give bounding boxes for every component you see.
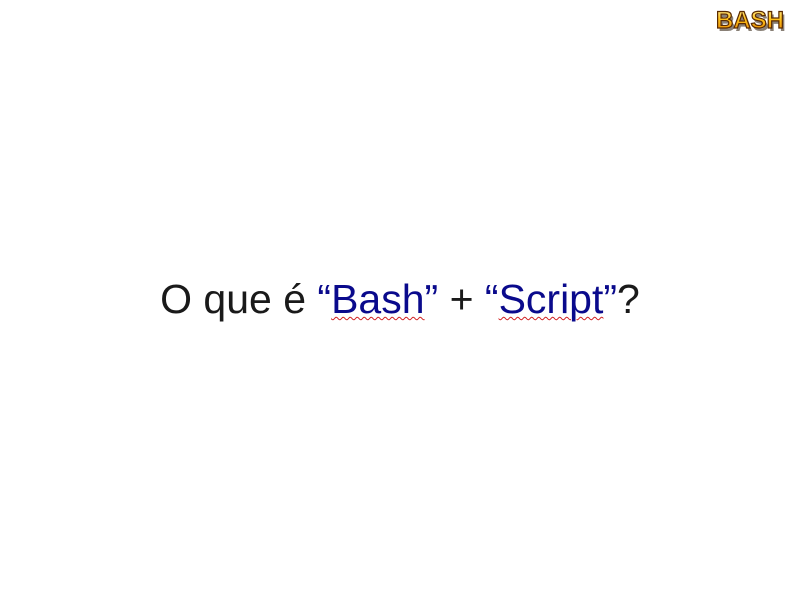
open-quote-2: “ [484,276,499,322]
close-quote-2: ” [603,276,618,322]
bash-logo-text: BASH [716,7,784,34]
title-prefix: O que é [160,276,318,322]
title-word-script: Script [498,276,604,322]
title-plus: + [438,276,485,322]
close-quote-1: ” [424,276,439,322]
title-suffix: ? [617,276,640,322]
bash-logo: BASH BASH [715,6,786,36]
slide: BASH BASH O que é “Bash” + “Script”? [0,0,800,600]
slide-title: O que é “Bash” + “Script”? [0,272,800,326]
title-word-bash: Bash [331,276,425,322]
open-quote-1: “ [317,276,332,322]
